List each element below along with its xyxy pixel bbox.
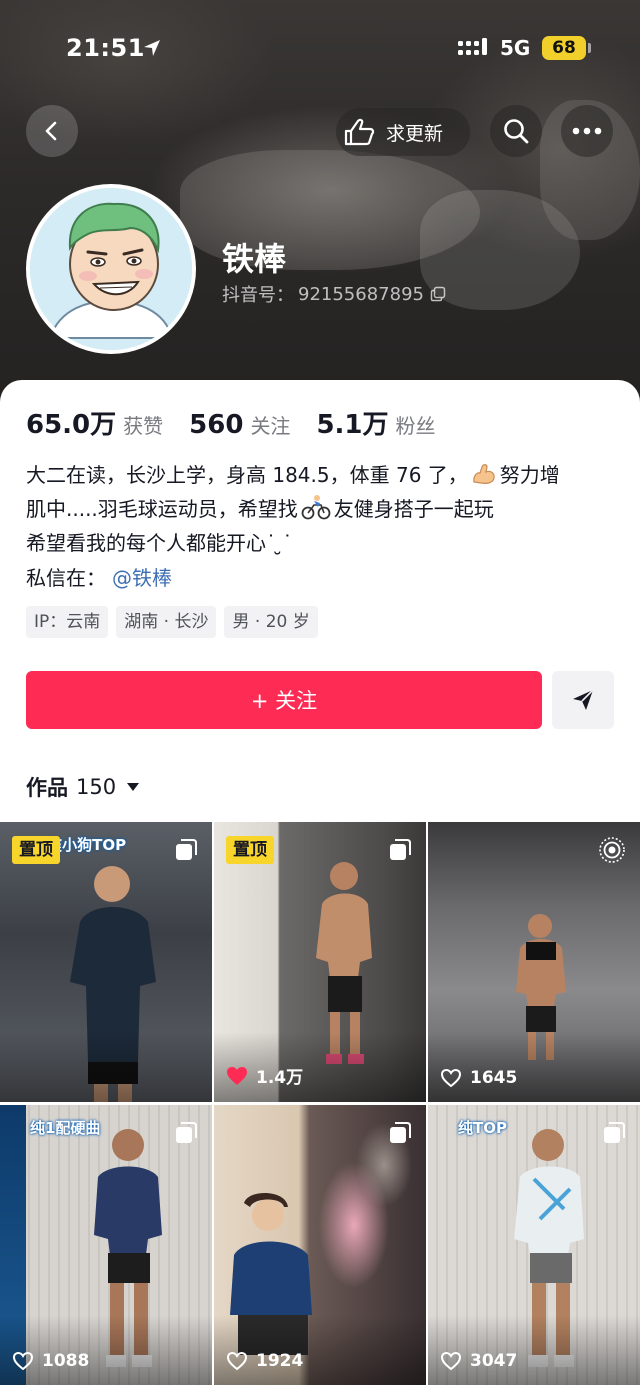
caret-down-icon [127,783,140,791]
works-grid: ...爽小狗TOP 置顶 置顶 1.4万 1645 纯1配硬曲 1088 192… [0,822,640,1387]
contact-label: 私信在： [26,566,106,590]
search-icon [504,119,529,144]
bio-line-2: 肌中.....羽毛球运动员，希望找 友健身搭子一起玩 [26,492,616,526]
stat-following-value: 560 [189,410,244,440]
profile-stats: 65.0万 获赞 560 关注 5.1万 粉丝 [26,404,462,441]
video-tile[interactable]: 1645 [428,822,640,1102]
like-count: 1088 [12,1351,89,1371]
tag-ip: IP：云南 [26,606,109,638]
tile-fade [214,1315,426,1385]
tile-fade [428,1315,640,1385]
copy-icon[interactable] [430,286,446,302]
pinned-badge: 置顶 [226,836,274,864]
multi-image-icon [176,839,197,860]
stat-following-label: 关注 [250,414,291,438]
contact-mention-link[interactable]: @铁棒 [112,562,172,591]
like-count-value: 1924 [256,1351,304,1371]
like-count: 3047 [440,1351,517,1371]
bio-line-1: 大二在读，长沙上学，身高 184.5，体重 76 了， 努力增 [26,458,616,492]
heart-icon [440,1351,462,1371]
video-tile[interactable]: 1924 [214,1105,426,1385]
bio-text: 努力增 [499,463,560,487]
nickname: 铁棒 [222,240,287,278]
share-arrow-icon [573,689,594,710]
tile-fade [0,1032,212,1102]
heart-icon [226,1351,248,1371]
bio: 大二在读，长沙上学，身高 184.5，体重 76 了， 努力增 肌中.....羽毛… [26,458,616,560]
like-count-value: 1088 [42,1351,90,1371]
multi-image-icon [390,839,411,860]
video-tile[interactable]: 纯1配硬曲 1088 [0,1105,212,1385]
video-tile[interactable]: 置顶 1.4万 [214,822,426,1102]
bio-text: 大二在读，长沙上学，身高 184.5，体重 76 了， [26,463,468,487]
works-tab[interactable]: 作品 150 [26,772,140,802]
share-button[interactable] [552,671,614,729]
like-count: 1645 [440,1068,517,1088]
more-dots-icon [572,127,602,135]
bio-text: 肌中.....羽毛球运动员，希望找 [26,497,298,521]
live-photo-icon [599,837,625,863]
douyin-id-value: 92155687895 [298,283,424,305]
like-count-value: 1.4万 [256,1068,304,1088]
heart-icon [12,1351,34,1371]
multi-image-icon [390,1122,411,1143]
works-label: 作品 [26,776,68,800]
pinned-badge: 置顶 [12,836,60,864]
avatar-cartoon-image [30,188,192,350]
battery-level: 68 [542,36,586,60]
stat-following[interactable]: 560 关注 [189,410,290,440]
tag-gender-age: 男 · 20 岁 [224,606,318,638]
multi-image-icon [604,1122,625,1143]
works-count: 150 [76,775,117,799]
avatar[interactable] [26,184,196,354]
tile-stamp: 纯1配硬曲 [30,1119,101,1137]
like-count-value: 1645 [470,1068,518,1088]
cyclist-emoji-icon [301,495,331,520]
stat-likes-value: 65.0万 [26,410,117,440]
bio-text: 友健身搭子一起玩 [333,497,494,521]
like-count: 1.4万 [226,1063,303,1088]
hand-pointer-icon [344,118,375,146]
profile-tags: IP：云南 湖南 · 长沙 男 · 20 岁 [26,606,326,638]
multi-image-icon [176,1122,197,1143]
more-button[interactable] [561,105,613,157]
status-bar: 21:51 5G 68 [0,0,640,96]
follow-button[interactable]: + 关注 [26,671,542,729]
tile-fade [428,1032,640,1102]
contact-line: 私信在： @铁棒 [26,562,172,591]
stat-likes[interactable]: 65.0万 获赞 [26,404,163,441]
douyin-id[interactable]: 抖音号： 92155687895 [222,281,446,307]
location-arrow-icon [144,40,160,56]
back-arrow-icon [45,121,57,141]
stat-followers-value: 5.1万 [316,410,389,440]
video-tile[interactable]: ...爽小狗TOP 置顶 [0,822,212,1102]
douyin-id-label: 抖音号： [222,285,294,306]
stat-followers-label: 粉丝 [395,414,436,438]
back-button[interactable] [26,105,78,157]
stat-followers[interactable]: 5.1万 粉丝 [316,404,435,441]
network-type: 5G [500,36,531,60]
tile-fade [0,1315,212,1385]
request-update-button[interactable]: 求更新 [336,108,470,156]
stat-likes-label: 获赞 [123,414,164,438]
bio-line-3: 希望看我的每个人都能开心˙ ̮˙ [26,531,293,555]
flexed-biceps-emoji-icon [473,464,495,484]
like-count-value: 3047 [470,1351,518,1371]
signal-bars-icon [458,38,487,55]
heart-icon [440,1068,462,1088]
battery-tip [588,43,591,53]
like-count: 1924 [226,1351,303,1371]
tag-location: 湖南 · 长沙 [116,606,217,638]
heart-filled-icon [227,1066,247,1085]
tile-stamp: 纯TOP [458,1119,507,1137]
request-update-label: 求更新 [386,122,444,145]
search-button[interactable] [490,105,542,157]
status-time: 21:51 [66,34,145,62]
video-tile[interactable]: 纯TOP 3047 [428,1105,640,1385]
